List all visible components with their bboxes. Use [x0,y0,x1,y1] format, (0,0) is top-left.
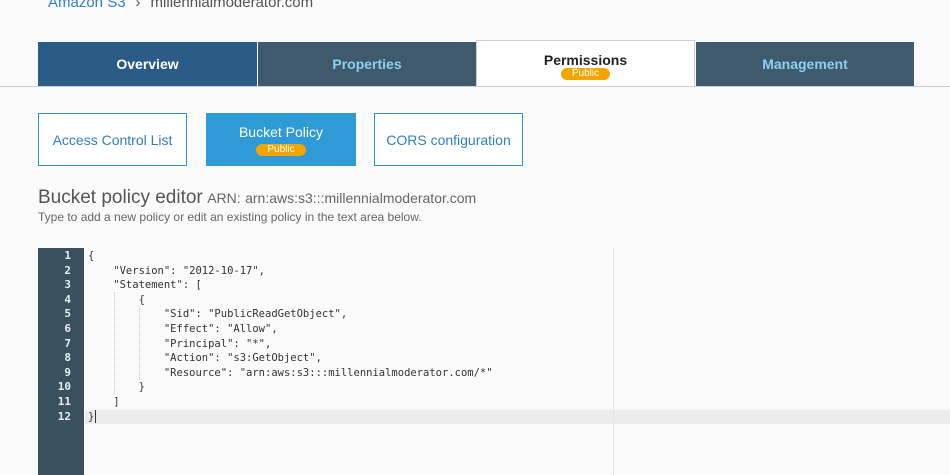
text-cursor [95,410,96,423]
subtab-bucket-policy[interactable]: Bucket Policy Public [206,113,356,166]
line-number: 8 [64,351,71,365]
code-lines: { "Version": "2012-10-17", "Statement": … [88,249,493,424]
code-line: "Sid": "PublicReadGetObject", [88,308,348,321]
line-number: 7 [64,336,71,350]
line-number: 11 [57,394,71,408]
line-number: 2 [64,263,71,277]
code-line: { [88,293,145,306]
subtab-cors-label: CORS configuration [386,131,511,148]
print-margin-line [613,248,614,475]
line-number: 5 [64,307,71,321]
subtab-cors-configuration[interactable]: CORS configuration [374,113,523,166]
arn-value: arn:aws:s3:::millennialmoderator.com [245,190,477,206]
tab-properties[interactable]: Properties [257,42,476,86]
subtab-access-control-list[interactable]: Access Control List [38,113,187,166]
line-number-gutter: 1 2 3 4 5 6 7 8 9 10 11 12 [38,248,84,475]
code-line: } [88,410,95,423]
editor-help-text: Type to add a new policy or edit an exis… [38,210,422,224]
code-text-area[interactable]: { "Version": "2012-10-17", "Statement": … [85,248,950,475]
code-line: } [88,381,145,394]
code-line: "Statement": [ [88,279,202,292]
tab-management-label: Management [762,56,848,72]
breadcrumb-current-bucket: millennialmoderator.com [150,0,314,11]
bucket-tabs: Overview Properties Permissions Public M… [38,40,914,86]
line-number: 12 [57,409,71,423]
tab-overview[interactable]: Overview [38,42,257,86]
breadcrumb: Amazon S3 › millennialmoderator.com [48,0,313,11]
page-title: Bucket policy editor ARN: arn:aws:s3:::m… [38,187,476,209]
subtab-bucket-policy-label: Bucket Policy [238,123,324,140]
public-badge: Public [560,67,611,80]
line-number: 3 [64,278,71,292]
line-number: 10 [57,380,71,394]
breadcrumb-separator-icon: › [135,0,141,11]
code-line: { [88,250,95,262]
subtab-acl-label: Access Control List [52,131,173,148]
public-badge: Public [256,143,306,156]
line-number: 6 [64,321,71,335]
editor-title: Bucket policy editor [38,187,203,208]
tabs-divider [0,86,950,87]
tab-permissions-label: Permissions [543,51,628,68]
tab-properties-label: Properties [332,56,402,72]
line-number: 9 [64,365,71,379]
code-line: "Resource": "arn:aws:s3:::millennialmode… [88,366,493,379]
breadcrumb-link-amazon-s3[interactable]: Amazon S3 [48,0,126,11]
tab-overview-label: Overview [116,56,179,72]
tab-permissions[interactable]: Permissions Public [476,40,695,86]
line-number: 4 [64,292,71,306]
arn-label: ARN: [207,190,241,206]
tab-management[interactable]: Management [695,42,914,86]
line-number: 1 [64,249,71,262]
code-line: "Action": "s3:GetObject", [88,352,322,365]
code-line: "Version": "2012-10-17", [88,264,266,277]
code-line: "Effect": "Allow", [88,322,278,335]
policy-code-editor[interactable]: 1 2 3 4 5 6 7 8 9 10 11 12 { "Version": "2012-10-17… [38,248,950,475]
code-line: "Principal": "*", [88,337,272,350]
code-line: ] [88,395,120,408]
